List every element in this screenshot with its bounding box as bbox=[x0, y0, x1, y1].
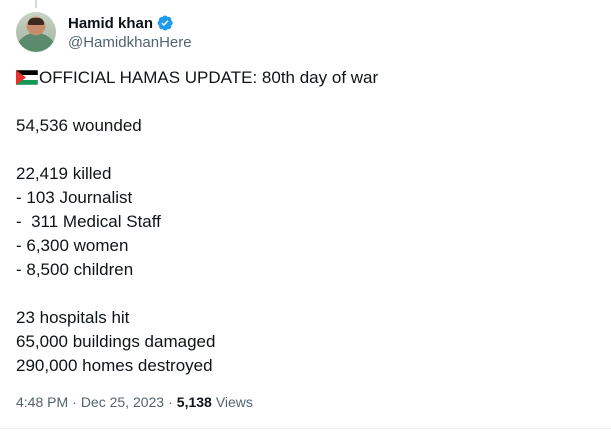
headline-text: OFFICIAL HAMAS UPDATE: 80th day of war bbox=[39, 68, 379, 87]
views-count: 5,138 bbox=[176, 394, 212, 410]
palestine-flag-icon bbox=[16, 70, 38, 85]
headline-line: OFFICIAL HAMAS UPDATE: 80th day of war bbox=[16, 66, 596, 90]
bottom-divider bbox=[0, 428, 611, 429]
meta-separator: · bbox=[72, 394, 77, 410]
name-row: Hamid khan bbox=[68, 13, 192, 33]
damage-item: 23 hospitals hit bbox=[16, 308, 130, 327]
tweet-header: Hamid khan @HamidkhanHere bbox=[16, 12, 192, 52]
author-names: Hamid khan @HamidkhanHere bbox=[68, 13, 192, 52]
killed-breakdown-item: - 311 Medical Staff bbox=[16, 212, 161, 231]
damage-item: 290,000 homes destroyed bbox=[16, 356, 213, 375]
wounded-line: 54,536 wounded bbox=[16, 116, 142, 135]
tweet-time-link[interactable]: 4:48 PM · Dec 25, 2023 bbox=[16, 394, 164, 410]
tweet-time: 4:48 PM bbox=[16, 394, 69, 410]
killed-breakdown-item: - 8,500 children bbox=[16, 260, 134, 279]
author-display-name[interactable]: Hamid khan bbox=[68, 15, 153, 32]
killed-breakdown-item: - 103 Journalist bbox=[16, 188, 133, 207]
meta-separator: · bbox=[168, 394, 173, 410]
author-handle[interactable]: @HamidkhanHere bbox=[68, 34, 192, 51]
tweet-text: OFFICIAL HAMAS UPDATE: 80th day of war 5… bbox=[16, 66, 596, 378]
views-label: Views bbox=[215, 394, 253, 410]
killed-breakdown-item: - 6,300 women bbox=[16, 236, 129, 255]
killed-line: 22,419 killed bbox=[16, 164, 112, 183]
damage-item: 65,000 buildings damaged bbox=[16, 332, 216, 351]
verified-badge-icon[interactable] bbox=[156, 14, 174, 32]
avatar-hair-shape bbox=[28, 18, 44, 25]
thread-connector-line bbox=[35, 0, 37, 8]
tweet-date: Dec 25, 2023 bbox=[80, 394, 165, 410]
avatar[interactable] bbox=[16, 12, 56, 52]
tweet-meta: 4:48 PM · Dec 25, 2023 · 5,138 Views bbox=[16, 394, 253, 410]
